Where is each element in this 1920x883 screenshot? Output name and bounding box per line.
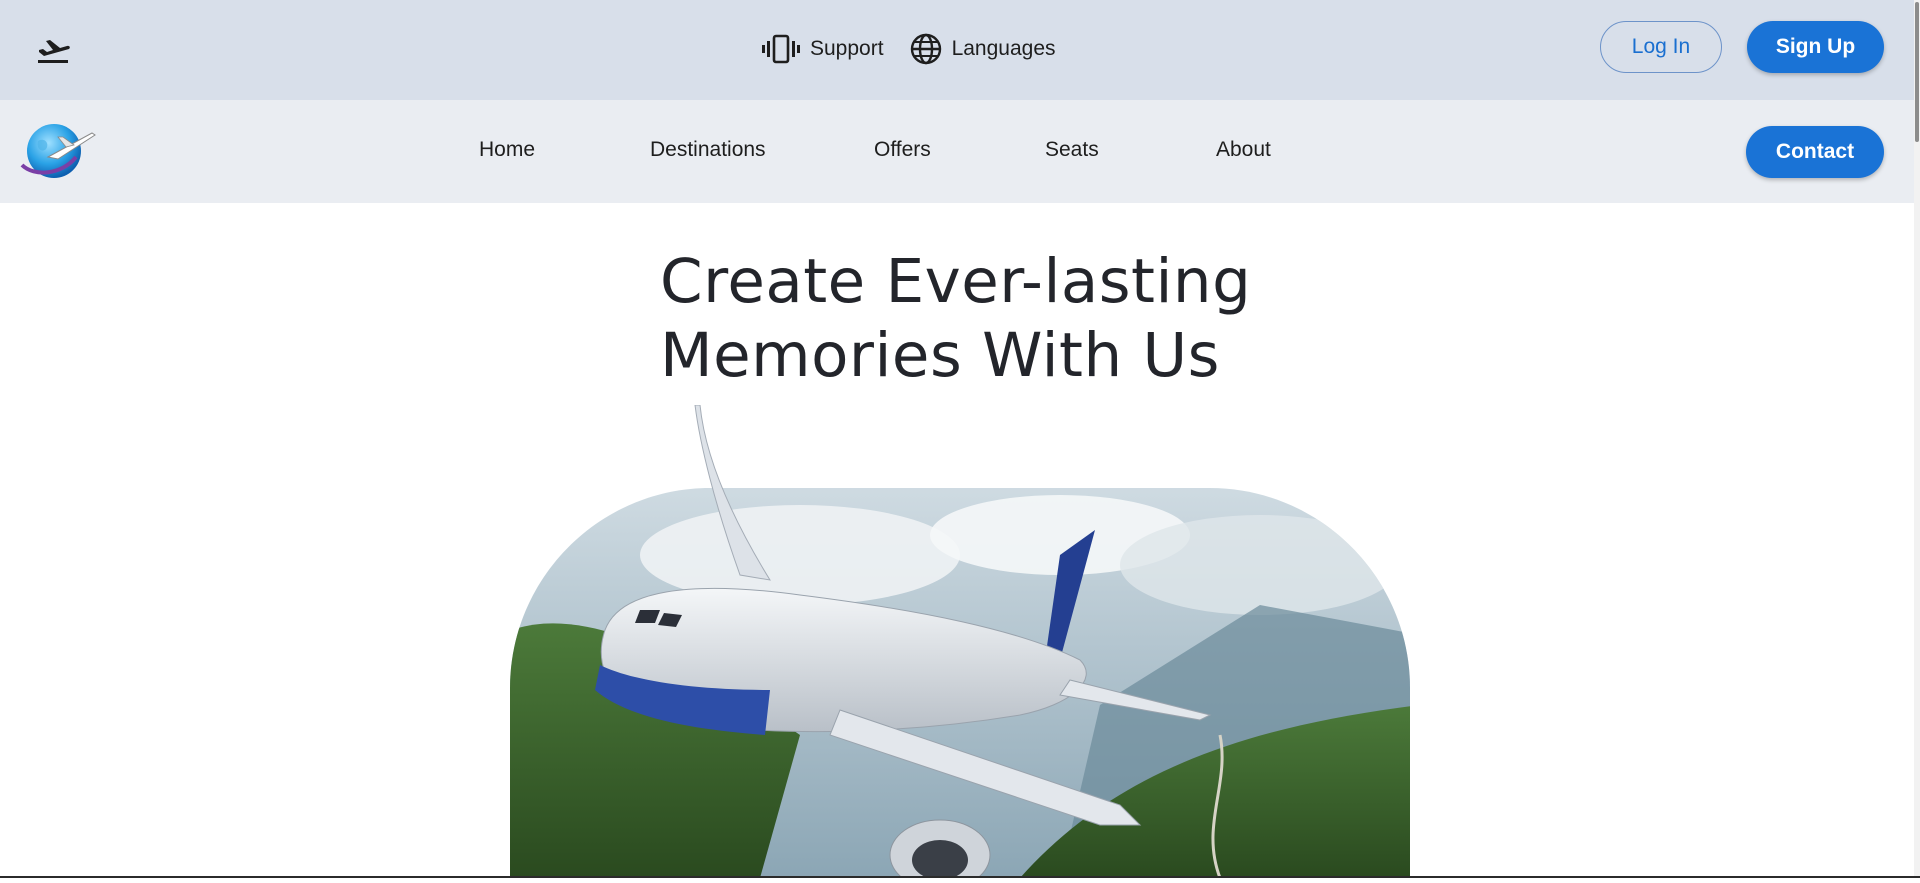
languages-link[interactable]: Languages xyxy=(910,33,1056,65)
scrollbar-thumb[interactable] xyxy=(1915,2,1919,142)
signup-button[interactable]: Sign Up xyxy=(1747,21,1884,73)
page-scrollbar[interactable] xyxy=(1914,0,1920,878)
hero-title-line-2: Memories With Us xyxy=(660,320,1220,391)
nav-destinations[interactable]: Destinations xyxy=(650,138,766,162)
hero-title: Create Ever-lasting Memories With Us xyxy=(660,245,1360,393)
globe-icon xyxy=(910,33,941,65)
hero-airplane-image xyxy=(500,404,1420,883)
airplane-departure-icon[interactable] xyxy=(36,33,72,65)
support-label: Support xyxy=(810,37,884,60)
hero-title-line-1: Create Ever-lasting xyxy=(660,246,1252,317)
nav-about[interactable]: About xyxy=(1216,138,1271,162)
main-navbar: Home Destinations Offers Seats About Con… xyxy=(0,100,1920,203)
nav-home[interactable]: Home xyxy=(479,138,535,162)
globe-airplane-logo[interactable] xyxy=(18,119,98,183)
login-button[interactable]: Log In xyxy=(1600,21,1722,73)
nav-seats[interactable]: Seats xyxy=(1045,138,1099,162)
utility-links: Support Languages xyxy=(762,30,1056,68)
top-utility-bar: Support Languages Log In Sign Up xyxy=(0,0,1920,100)
contact-button[interactable]: Contact xyxy=(1746,126,1884,178)
nav-offers[interactable]: Offers xyxy=(874,138,931,162)
support-link[interactable]: Support xyxy=(762,34,884,64)
languages-label: Languages xyxy=(951,37,1056,60)
phone-vibrate-icon xyxy=(762,34,800,64)
